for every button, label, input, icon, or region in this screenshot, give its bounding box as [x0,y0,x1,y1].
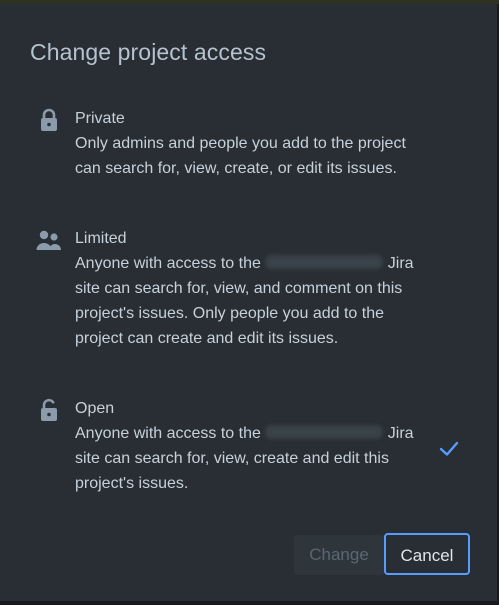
change-access-dialog: Change project access Private Only admin… [0,4,499,605]
people-icon [36,230,61,250]
option-description-limited: Anyone with access to the Jira site can … [75,251,415,351]
option-description-open: Anyone with access to the Jira site can … [75,421,415,496]
checkmark-icon [439,441,459,456]
change-button[interactable]: Change [294,535,384,575]
option-label-limited: Limited [75,230,127,247]
option-description-private: Only admins and people you add to the pr… [75,135,406,177]
bottom-edge [0,601,499,605]
option-label-open: Open [75,400,115,417]
option-limited[interactable]: Limited Anyone with access to the Jira s… [35,226,455,376]
option-open[interactable]: Open Anyone with access to the Jira site… [35,396,455,496]
description-text: Anyone with access to the [75,255,261,272]
lock-icon [41,108,57,131]
cancel-button[interactable]: Cancel [384,533,470,575]
redacted-site-name [265,255,384,269]
option-label-private: Private [75,110,125,127]
option-private[interactable]: Private Only admins and people you add t… [35,106,455,206]
unlock-icon [41,398,57,421]
dialog-title: Change project access [30,39,267,65]
redacted-site-name [265,425,384,439]
description-text: Anyone with access to the [75,425,261,442]
